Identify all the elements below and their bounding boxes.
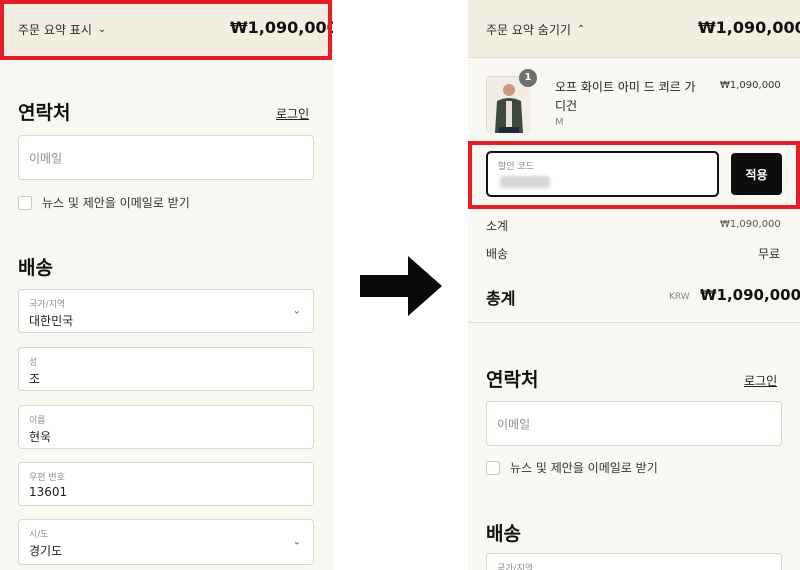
discount-code-input[interactable]: 할인 코드: [486, 151, 719, 197]
product-variant: M: [555, 117, 564, 128]
apply-discount-button[interactable]: 적용: [731, 153, 782, 195]
summary-toggle-label: 주문 요약 표시: [18, 23, 92, 37]
right-arrow-icon: [360, 256, 442, 316]
checkout-after-panel: 주문 요약 숨기기 ⌃ ₩1,090,000 1 오프 화이트 아미 드 쾨르 …: [468, 0, 800, 570]
shipping-cost-label: 배송: [486, 247, 509, 261]
chevron-up-icon: ⌃: [576, 24, 586, 35]
total-label: 총계: [486, 289, 516, 308]
last-name-field[interactable]: 성 조: [18, 347, 314, 391]
country-value: 대한민국: [29, 314, 74, 328]
province-label: 시/도: [29, 530, 49, 540]
chevron-down-icon: ⌄: [292, 305, 301, 317]
total-value: ₩1,090,000: [700, 286, 800, 304]
summary-toggle-label: 주문 요약 숨기기: [486, 23, 571, 37]
login-link[interactable]: 로그인: [744, 372, 777, 389]
newsletter-checkbox[interactable]: [18, 195, 32, 210]
postal-code-label: 우편 번호: [29, 473, 65, 483]
contact-title: 연락처: [18, 102, 71, 124]
newsletter-option[interactable]: 뉴스 및 제안을 이메일로 받기: [18, 194, 190, 211]
newsletter-option[interactable]: 뉴스 및 제안을 이메일로 받기: [486, 459, 658, 476]
summary-total: ₩1,090,000: [698, 18, 800, 37]
email-placeholder: 이메일: [497, 417, 531, 431]
section-divider: [468, 322, 800, 323]
country-select[interactable]: 국가/지역: [486, 553, 782, 570]
discount-code-label: 할인 코드: [498, 162, 534, 172]
product-price: ₩1,090,000: [720, 80, 781, 91]
subtotal-value: ₩1,090,000: [720, 219, 781, 230]
email-placeholder: 이메일: [29, 151, 63, 165]
checkout-before-panel: 주문 요약 표시 ⌄ ₩1,090,000 연락처 로그인 이메일 뉴스 및 제…: [0, 0, 333, 570]
shipping-cost-value: 무료: [758, 247, 781, 261]
newsletter-label: 뉴스 및 제안을 이메일로 받기: [510, 461, 658, 475]
shipping-title: 배송: [486, 523, 521, 545]
country-label: 국가/지역: [497, 564, 534, 570]
newsletter-label: 뉴스 및 제안을 이메일로 받기: [42, 196, 190, 210]
country-label: 국가/지역: [29, 300, 66, 310]
hide-order-summary-toggle[interactable]: 주문 요약 숨기기 ⌃: [486, 21, 585, 38]
last-name-label: 성: [29, 358, 38, 368]
first-name-value: 현욱: [29, 430, 52, 444]
order-summary-bar[interactable]: 주문 요약 표시 ⌄ ₩1,090,000: [0, 0, 333, 58]
first-name-label: 이름: [29, 416, 46, 426]
login-link[interactable]: 로그인: [276, 105, 309, 122]
shipping-title: 배송: [18, 257, 53, 279]
contact-title: 연락처: [486, 369, 539, 391]
product-thumbnail: 1: [486, 69, 537, 133]
postal-code-value: 13601: [29, 485, 68, 499]
blurred-discount-code: [500, 176, 550, 188]
order-summary-bar[interactable]: 주문 요약 숨기기 ⌃ ₩1,090,000: [468, 0, 800, 58]
last-name-value: 조: [29, 372, 41, 386]
province-select[interactable]: 시/도 경기도 ⌄: [18, 519, 314, 565]
postal-code-field[interactable]: 우편 번호 13601: [18, 462, 314, 506]
chevron-down-icon: ⌄: [292, 536, 301, 548]
product-name: 오프 화이트 아미 드 쾨르 가디건: [555, 80, 696, 113]
province-value: 경기도: [29, 544, 63, 558]
newsletter-checkbox[interactable]: [486, 460, 500, 475]
show-order-summary-toggle[interactable]: 주문 요약 표시 ⌄: [18, 21, 106, 38]
chevron-down-icon: ⌄: [97, 24, 107, 35]
quantity-badge: 1: [519, 69, 537, 87]
email-field[interactable]: 이메일: [486, 401, 782, 446]
subtotal-label: 소계: [486, 219, 509, 233]
total-currency: KRW: [669, 292, 690, 302]
country-select[interactable]: 국가/지역 대한민국 ⌄: [18, 289, 314, 333]
email-field[interactable]: 이메일: [18, 135, 314, 180]
summary-total: ₩1,090,000: [230, 18, 333, 37]
first-name-field[interactable]: 이름 현욱: [18, 405, 314, 449]
